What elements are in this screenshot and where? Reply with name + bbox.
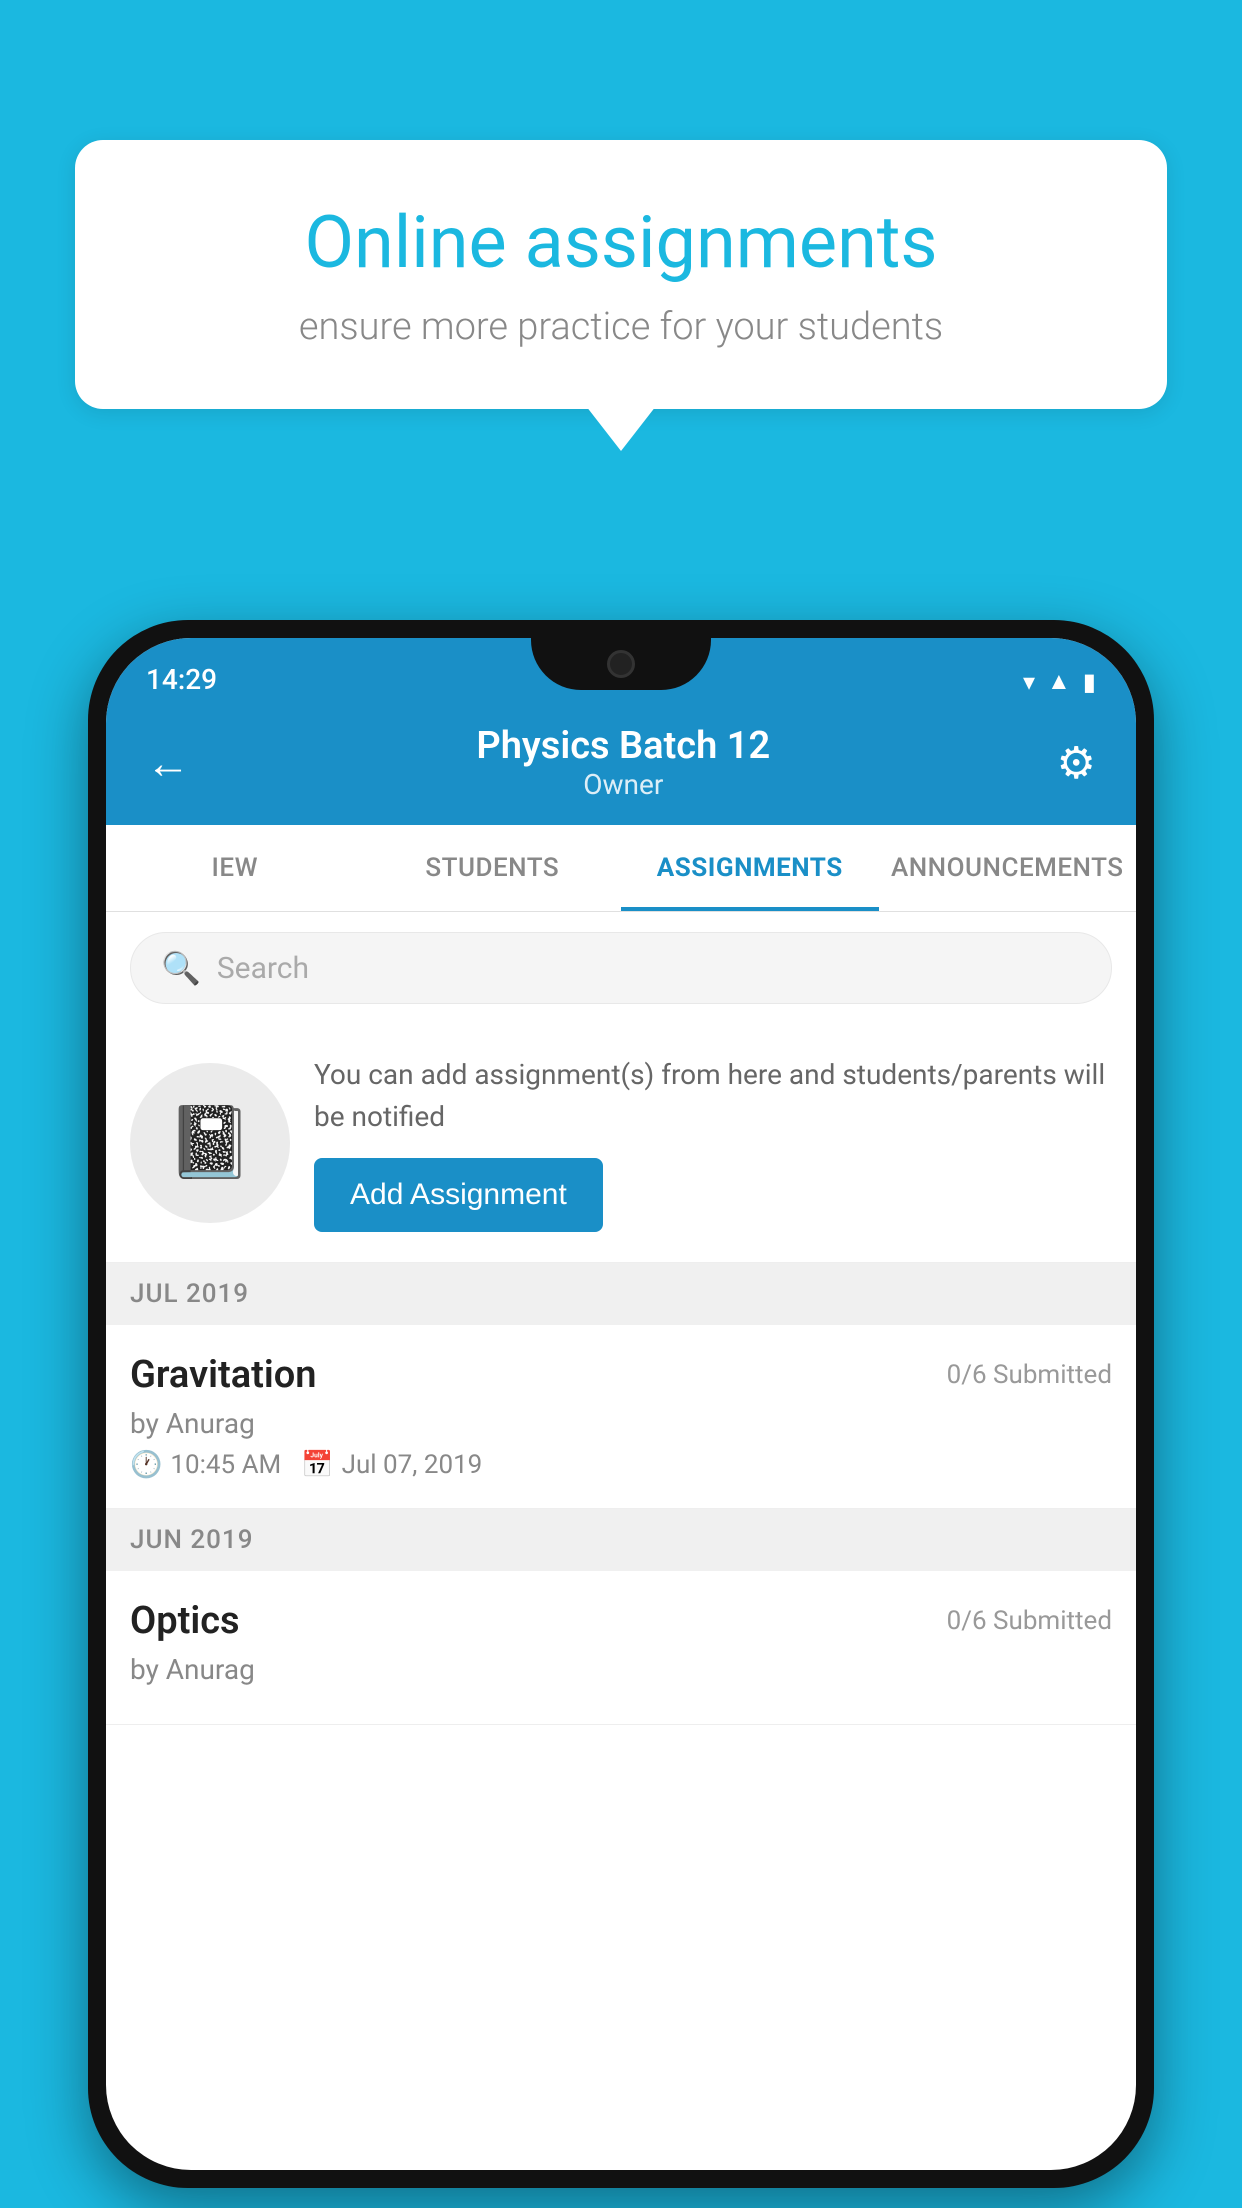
tabs-bar: IEW STUDENTS ASSIGNMENTS ANNOUNCEMENTS — [106, 825, 1136, 912]
speech-bubble-container: Online assignments ensure more practice … — [75, 140, 1167, 409]
tab-assignments[interactable]: ASSIGNMENTS — [621, 825, 879, 911]
phone-frame: 14:29 ▾ ▲ ▮ ← Physics Batch 12 Owner ⚙ I… — [88, 620, 1154, 2188]
battery-icon: ▮ — [1083, 668, 1096, 696]
add-assignment-button[interactable]: Add Assignment — [314, 1158, 603, 1232]
assignment-submitted-gravitation: 0/6 Submitted — [947, 1360, 1112, 1390]
meta-date: 📅 Jul 07, 2019 — [301, 1450, 482, 1480]
tab-iew[interactable]: IEW — [106, 825, 364, 911]
search-bar[interactable]: 🔍 Search — [130, 932, 1112, 1004]
assignment-date: Jul 07, 2019 — [342, 1450, 483, 1480]
phone-screen: 14:29 ▾ ▲ ▮ ← Physics Batch 12 Owner ⚙ I… — [106, 638, 1136, 2170]
assignment-meta-gravitation: 🕐 10:45 AM 📅 Jul 07, 2019 — [130, 1450, 1112, 1480]
section-jul-2019: JUL 2019 — [106, 1263, 1136, 1325]
signal-icon: ▲ — [1047, 667, 1071, 696]
clock-icon: 🕐 — [130, 1450, 162, 1480]
assignment-by-gravitation: by Anurag — [130, 1407, 1112, 1440]
assignment-name-optics: Optics — [130, 1599, 240, 1643]
search-bar-container: 🔍 Search — [106, 912, 1136, 1024]
notebook-icon: 📓 — [166, 1102, 253, 1184]
assignment-time: 10:45 AM — [170, 1450, 281, 1480]
assignment-item-optics[interactable]: Optics 0/6 Submitted by Anurag — [106, 1571, 1136, 1725]
assignment-by-optics: by Anurag — [130, 1653, 1112, 1686]
promo-section: 📓 You can add assignment(s) from here an… — [106, 1024, 1136, 1263]
promo-icon-circle: 📓 — [130, 1063, 290, 1223]
status-time: 14:29 — [146, 663, 217, 696]
meta-time: 🕐 10:45 AM — [130, 1450, 281, 1480]
assignment-item-gravitation[interactable]: Gravitation 0/6 Submitted by Anurag 🕐 10… — [106, 1325, 1136, 1509]
calendar-icon: 📅 — [301, 1450, 333, 1480]
settings-button[interactable]: ⚙ — [1057, 737, 1096, 789]
app-header: ← Physics Batch 12 Owner ⚙ — [106, 706, 1136, 825]
wifi-icon: ▾ — [1023, 668, 1035, 696]
tab-announcements[interactable]: ANNOUNCEMENTS — [879, 825, 1137, 911]
tab-students[interactable]: STUDENTS — [364, 825, 622, 911]
batch-title: Physics Batch 12 — [476, 724, 770, 768]
speech-bubble-subtitle: ensure more practice for your students — [145, 305, 1097, 349]
batch-subtitle: Owner — [476, 768, 770, 801]
section-jun-2019: JUN 2019 — [106, 1509, 1136, 1571]
status-icons: ▾ ▲ ▮ — [1023, 667, 1096, 696]
assignment-submitted-optics: 0/6 Submitted — [947, 1606, 1112, 1636]
speech-bubble-title: Online assignments — [145, 200, 1097, 285]
promo-text-area: You can add assignment(s) from here and … — [314, 1054, 1112, 1232]
assignment-row-top-optics: Optics 0/6 Submitted — [130, 1599, 1112, 1643]
promo-description: You can add assignment(s) from here and … — [314, 1054, 1112, 1138]
header-center: Physics Batch 12 Owner — [476, 724, 770, 801]
back-button[interactable]: ← — [146, 737, 190, 789]
assignment-row-top: Gravitation 0/6 Submitted — [130, 1353, 1112, 1397]
camera-icon — [607, 650, 635, 678]
search-icon: 🔍 — [161, 949, 201, 987]
search-placeholder: Search — [217, 951, 309, 986]
phone-notch — [531, 638, 711, 690]
assignment-name-gravitation: Gravitation — [130, 1353, 317, 1397]
speech-bubble: Online assignments ensure more practice … — [75, 140, 1167, 409]
